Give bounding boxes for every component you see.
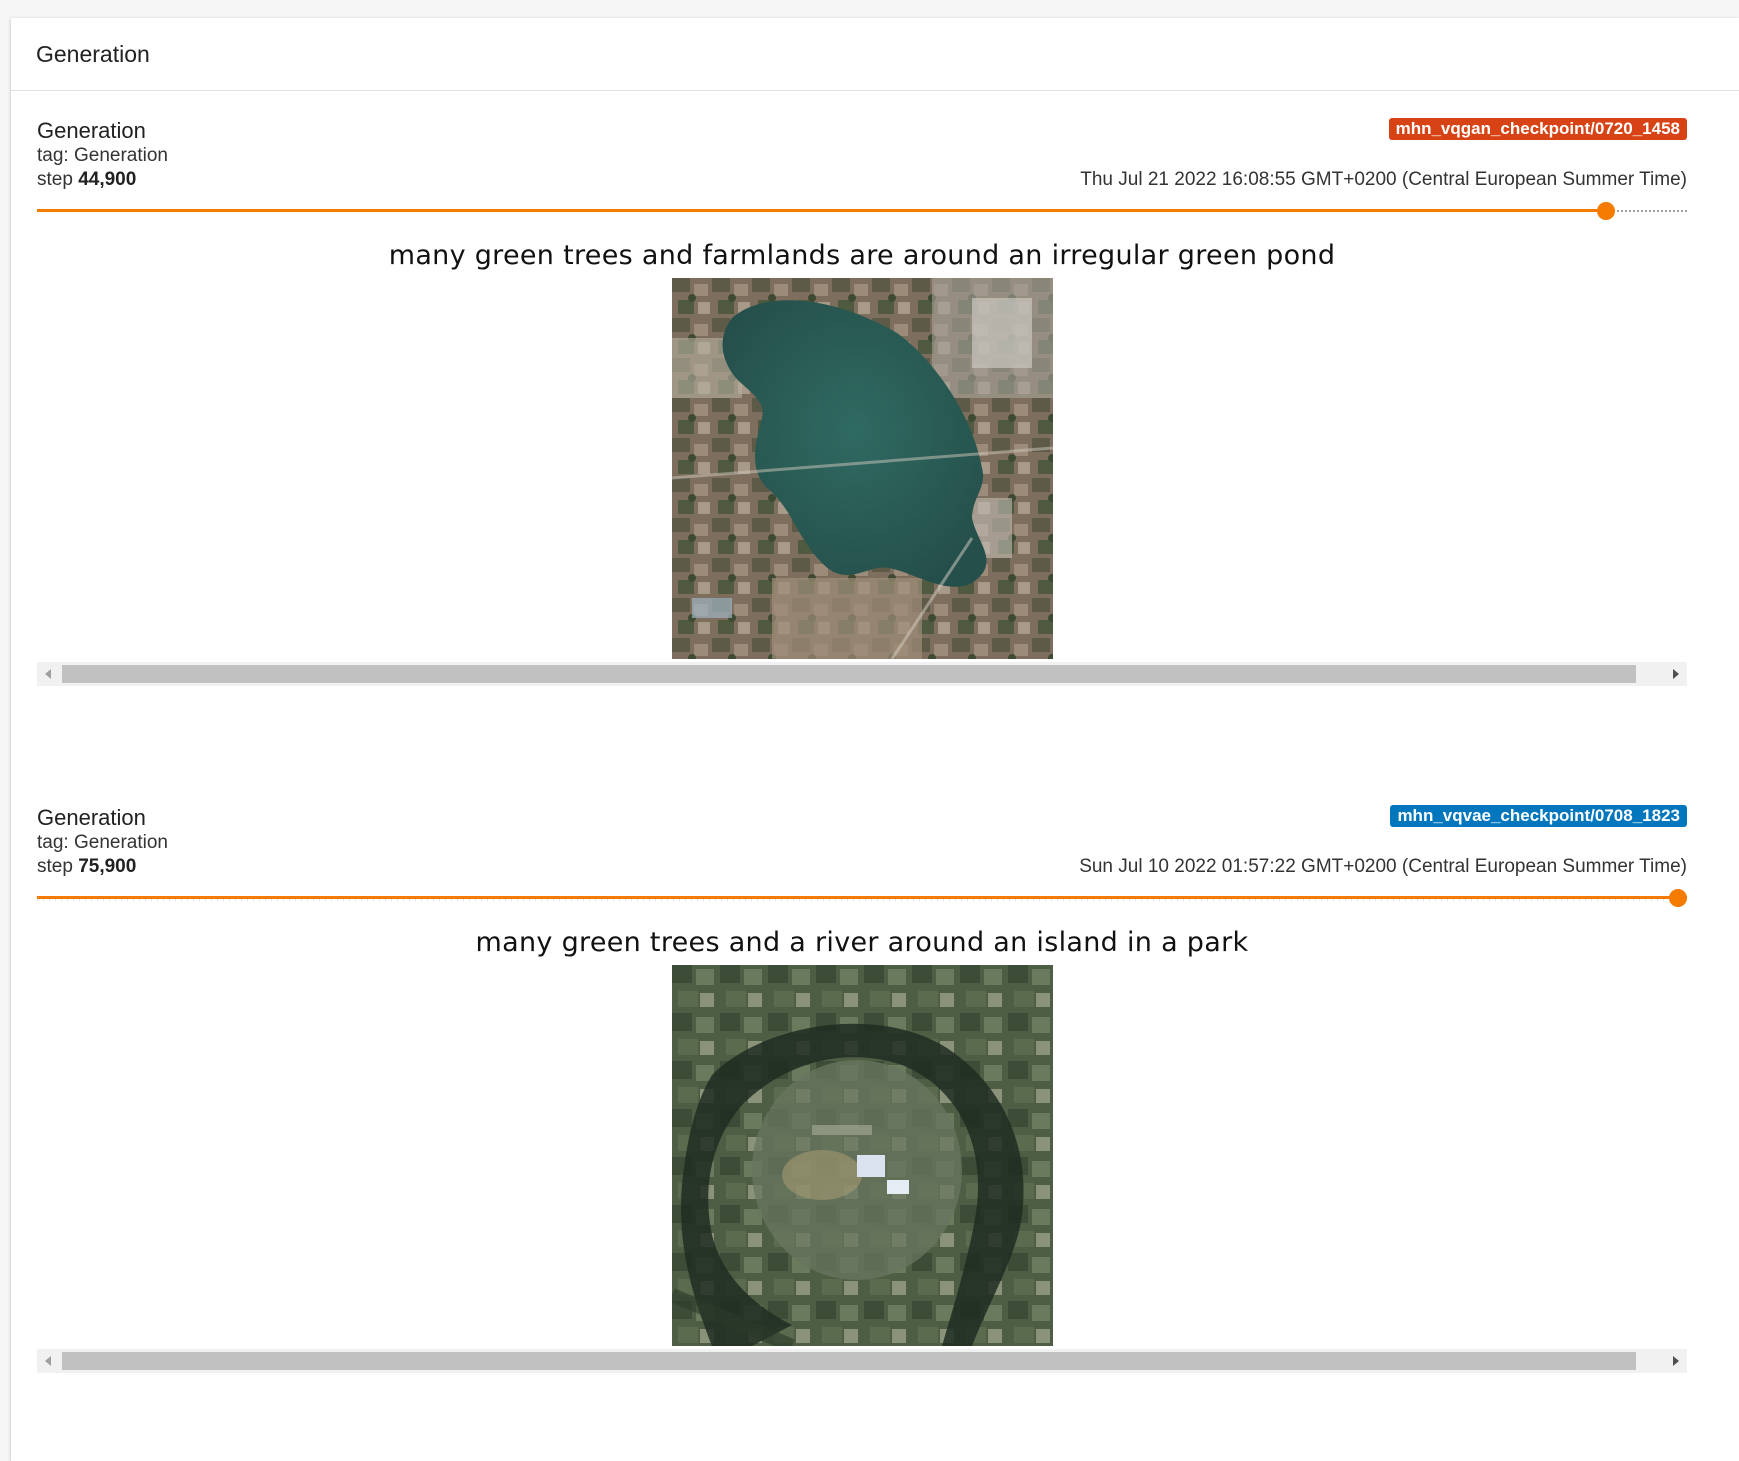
horizontal-scrollbar[interactable] bbox=[37, 1349, 1687, 1373]
image-card: Generation tag: Generation step 75,900 m… bbox=[37, 805, 1687, 1405]
timestamp: Sun Jul 10 2022 01:57:22 GMT+0200 (Centr… bbox=[1079, 856, 1687, 877]
card-step: step 75,900 bbox=[37, 856, 136, 878]
slider-ticks bbox=[37, 898, 1687, 901]
step-label: step bbox=[37, 169, 73, 190]
slider-thumb[interactable] bbox=[1597, 202, 1615, 220]
slider-rest-track bbox=[1606, 210, 1687, 212]
scroll-left-icon[interactable] bbox=[37, 662, 59, 686]
generated-image-figure: many green trees and a river around an i… bbox=[37, 925, 1687, 1346]
horizontal-scrollbar[interactable] bbox=[37, 662, 1687, 686]
run-badge: mhn_vqvae_checkpoint/0708_1823 bbox=[1390, 805, 1687, 827]
slider-thumb[interactable] bbox=[1669, 889, 1687, 907]
image-caption: many green trees and farmlands are aroun… bbox=[388, 240, 1336, 271]
scrollbar-thumb[interactable] bbox=[62, 1352, 1636, 1370]
timestamp: Thu Jul 21 2022 16:08:55 GMT+0200 (Centr… bbox=[1080, 169, 1687, 190]
card-tag: tag: Generation bbox=[37, 832, 168, 853]
image-card: Generation tag: Generation step 44,900 m… bbox=[37, 118, 1687, 703]
slider-track bbox=[37, 209, 1606, 212]
step-slider[interactable] bbox=[37, 202, 1687, 220]
panel-title: Generation bbox=[36, 40, 150, 67]
card-tag: tag: Generation bbox=[37, 145, 168, 166]
generated-image bbox=[671, 965, 1053, 1346]
generated-image-figure: many green trees and farmlands are aroun… bbox=[37, 238, 1687, 659]
generated-image bbox=[671, 278, 1053, 659]
run-badge: mhn_vqgan_checkpoint/0720_1458 bbox=[1388, 118, 1687, 140]
step-slider[interactable] bbox=[37, 889, 1687, 907]
panel-header: Generation bbox=[11, 18, 1739, 91]
card-title: Generation bbox=[37, 805, 146, 830]
scrollbar-thumb[interactable] bbox=[62, 665, 1636, 683]
card-step: step 44,900 bbox=[37, 169, 136, 191]
step-label: step bbox=[37, 856, 73, 877]
image-caption: many green trees and a river around an i… bbox=[475, 927, 1249, 958]
step-value: 44,900 bbox=[78, 169, 137, 190]
scroll-left-icon[interactable] bbox=[37, 1349, 59, 1373]
step-value: 75,900 bbox=[78, 856, 137, 877]
scroll-right-icon[interactable] bbox=[1665, 662, 1687, 686]
scroll-right-icon[interactable] bbox=[1665, 1349, 1687, 1373]
card-title: Generation bbox=[37, 118, 146, 143]
generation-panel: Generation Generation tag: Generation st… bbox=[11, 18, 1739, 1461]
